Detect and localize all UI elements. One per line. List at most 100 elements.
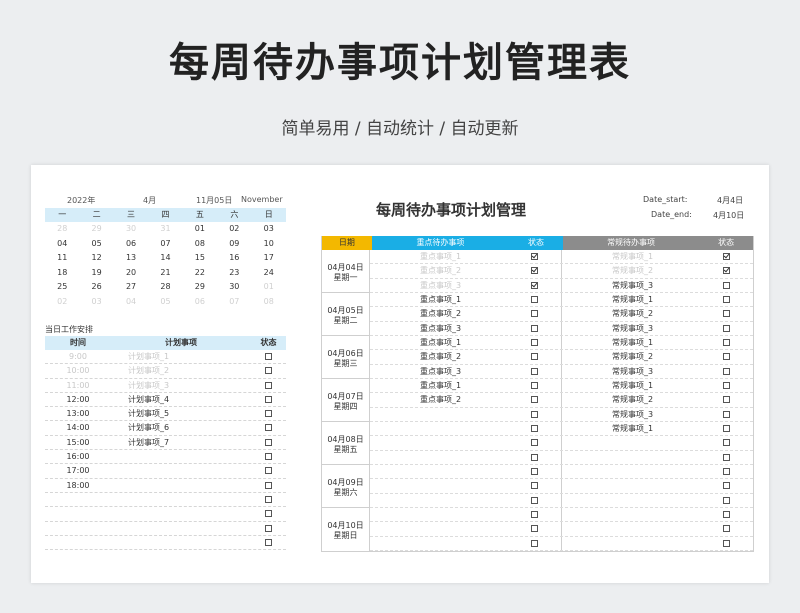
checkbox-icon[interactable] [531, 539, 538, 547]
calendar-day[interactable]: 30 [114, 222, 148, 237]
checkbox-icon[interactable] [265, 353, 272, 360]
checkbox-icon[interactable] [265, 538, 272, 546]
calendar-day[interactable]: 03 [79, 295, 113, 310]
calendar-day[interactable]: 08 [252, 295, 286, 310]
checkbox-icon[interactable] [265, 381, 272, 389]
calendar-day[interactable]: 24 [252, 266, 286, 281]
calendar-day[interactable]: 29 [183, 280, 217, 295]
checkbox-icon[interactable] [722, 381, 730, 389]
calendar-day[interactable]: 22 [183, 266, 217, 281]
checkbox-icon[interactable] [265, 495, 272, 503]
calendar-day[interactable]: 20 [114, 266, 148, 281]
calendar-day[interactable]: 25 [45, 280, 79, 295]
checkbox-icon[interactable] [265, 367, 272, 375]
checked-box-icon[interactable] [722, 267, 730, 275]
calendar-day[interactable]: 08 [183, 237, 217, 252]
checkbox-icon[interactable] [722, 482, 730, 490]
calendar-day[interactable]: 07 [148, 237, 182, 252]
calendar-day[interactable]: 12 [79, 251, 113, 266]
checkbox-icon[interactable] [265, 524, 272, 532]
calendar-day[interactable]: 27 [114, 280, 148, 295]
checkbox-icon[interactable] [722, 525, 730, 533]
calendar-day[interactable]: 15 [183, 251, 217, 266]
calendar-day[interactable]: 28 [148, 280, 182, 295]
checkbox-icon[interactable] [531, 338, 538, 346]
checkbox-icon[interactable] [722, 496, 730, 504]
checkbox-icon[interactable] [531, 496, 538, 504]
checkbox-icon[interactable] [722, 324, 730, 332]
checkbox-icon[interactable] [531, 482, 538, 490]
calendar-day[interactable]: 17 [252, 251, 286, 266]
checkbox-icon[interactable] [722, 396, 730, 404]
calendar-day[interactable]: 03 [252, 222, 286, 237]
calendar-day[interactable]: 01 [252, 280, 286, 295]
checkbox-icon[interactable] [722, 310, 730, 318]
checkbox-icon[interactable] [722, 467, 730, 475]
calendar-day[interactable]: 02 [45, 295, 79, 310]
calendar-day[interactable]: 11 [45, 251, 79, 266]
checkbox-icon[interactable] [531, 467, 538, 475]
checkbox-icon[interactable] [722, 367, 730, 375]
calendar-day[interactable]: 07 [217, 295, 251, 310]
calendar-day[interactable]: 09 [217, 237, 251, 252]
checkbox-icon[interactable] [722, 510, 730, 518]
calendar-day[interactable]: 05 [148, 295, 182, 310]
checkbox-icon[interactable] [722, 453, 730, 461]
calendar-day[interactable]: 06 [183, 295, 217, 310]
checkbox-icon[interactable] [722, 439, 730, 447]
checkbox-icon[interactable] [531, 381, 538, 389]
checkbox-icon[interactable] [722, 281, 730, 289]
checkbox-icon[interactable] [265, 510, 272, 518]
calendar-day[interactable]: 02 [217, 222, 251, 237]
checkbox-icon[interactable] [531, 439, 538, 447]
checked-box-icon[interactable] [531, 253, 538, 260]
calendar-day[interactable]: 06 [114, 237, 148, 252]
calendar-day[interactable]: 31 [148, 222, 182, 237]
checked-box-icon[interactable] [531, 267, 538, 275]
checked-box-icon[interactable] [531, 281, 538, 289]
checkbox-icon[interactable] [722, 295, 730, 303]
calendar-day[interactable]: 28 [45, 222, 79, 237]
checkbox-icon[interactable] [531, 310, 538, 318]
checkbox-icon[interactable] [531, 295, 538, 303]
checkbox-icon[interactable] [722, 410, 730, 418]
checkbox-icon[interactable] [531, 396, 538, 404]
calendar-day[interactable]: 14 [148, 251, 182, 266]
calendar-day[interactable]: 13 [114, 251, 148, 266]
calendar-day[interactable]: 30 [217, 280, 251, 295]
checkbox-icon[interactable] [265, 395, 272, 403]
checkbox-icon[interactable] [265, 481, 272, 489]
checkbox-icon[interactable] [531, 424, 538, 432]
calendar-day[interactable]: 05 [79, 237, 113, 252]
checkbox-icon[interactable] [722, 424, 730, 432]
checkbox-icon[interactable] [531, 324, 538, 332]
calendar-day[interactable]: 19 [79, 266, 113, 281]
calendar-day[interactable]: 21 [148, 266, 182, 281]
checkbox-icon[interactable] [722, 539, 730, 547]
calendar-day[interactable]: 18 [45, 266, 79, 281]
checkbox-icon[interactable] [265, 453, 272, 461]
checkbox-icon[interactable] [265, 410, 272, 418]
checkbox-icon[interactable] [531, 453, 538, 461]
calendar-day[interactable]: 29 [79, 222, 113, 237]
checkbox-icon[interactable] [531, 367, 538, 375]
calendar-day[interactable]: 23 [217, 266, 251, 281]
calendar-day[interactable]: 26 [79, 280, 113, 295]
checkbox-icon[interactable] [531, 525, 538, 533]
checked-box-icon[interactable] [722, 253, 730, 260]
date-end-label: Date_end: [651, 210, 692, 219]
checkbox-icon[interactable] [265, 467, 272, 475]
checkbox-icon[interactable] [531, 353, 538, 361]
checkbox-icon[interactable] [531, 410, 538, 418]
calendar-day[interactable]: 10 [252, 237, 286, 252]
schedule-time: 10:00 [66, 366, 90, 376]
checkbox-icon[interactable] [531, 510, 538, 518]
calendar-day[interactable]: 16 [217, 251, 251, 266]
calendar-day[interactable]: 01 [183, 222, 217, 237]
calendar-day[interactable]: 04 [114, 295, 148, 310]
checkbox-icon[interactable] [265, 438, 272, 446]
calendar-day[interactable]: 04 [45, 237, 79, 252]
checkbox-icon[interactable] [722, 353, 730, 361]
checkbox-icon[interactable] [265, 424, 272, 432]
checkbox-icon[interactable] [722, 338, 730, 346]
